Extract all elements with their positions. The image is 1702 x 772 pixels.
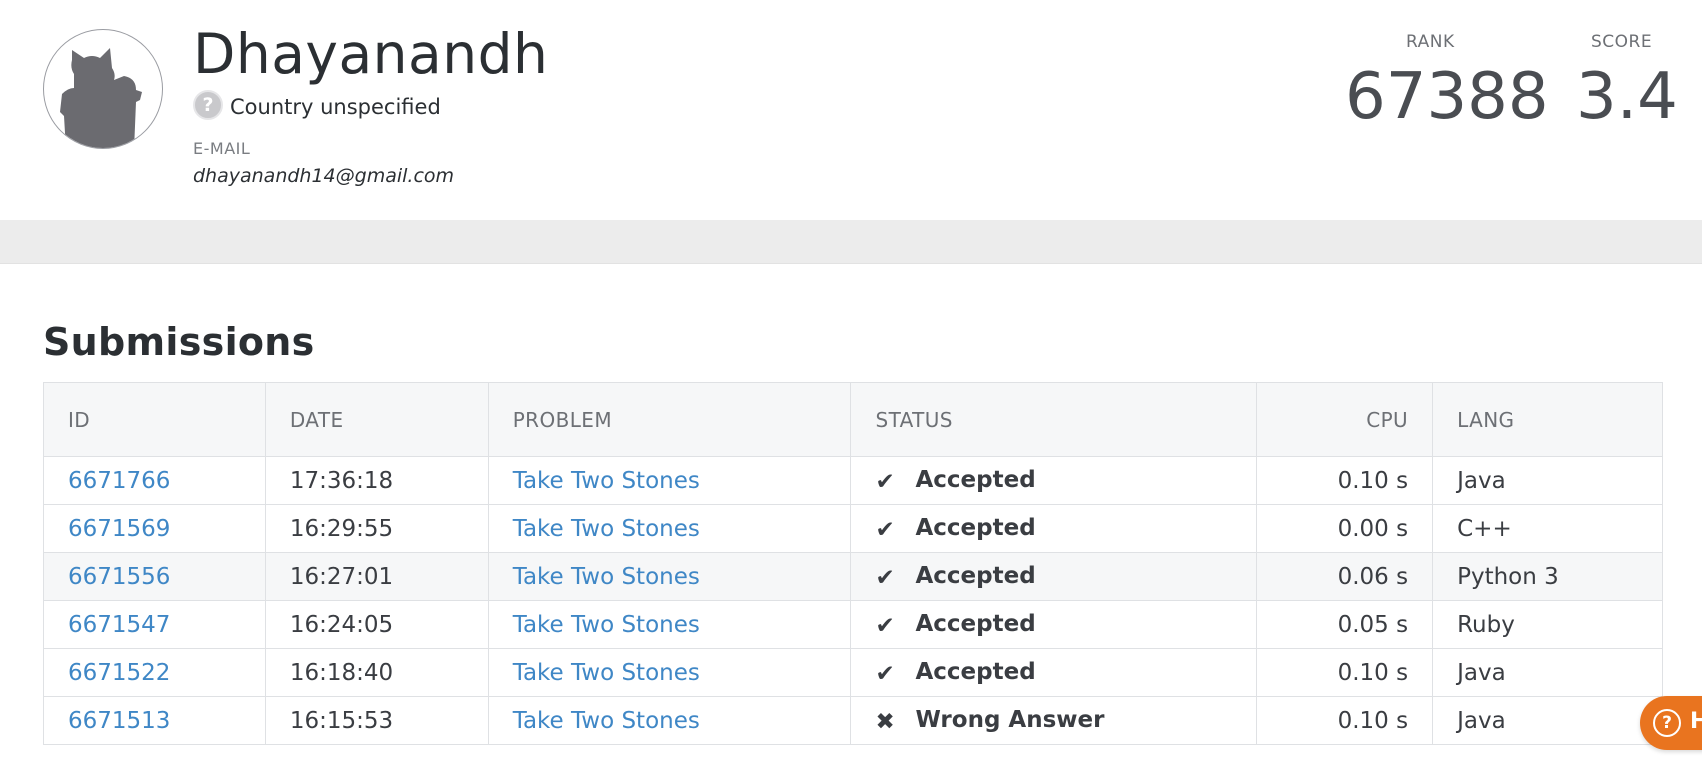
status-label: Accepted [915, 562, 1036, 589]
column-header-problem: PROBLEM [487, 382, 852, 457]
unknown-country-flag-icon: ? [193, 90, 223, 120]
user-avatar-placeholder-icon [60, 48, 142, 148]
submission-date: 16:18:40 [264, 648, 489, 697]
submission-date: 16:27:01 [264, 552, 489, 601]
submissions-table: ID DATE PROBLEM STATUS CPU LANG 6671766 … [43, 382, 1663, 745]
help-circle-icon: ? [1653, 709, 1681, 737]
profile-card: Dhayanandh ? Country unspecified E-MAIL … [0, 0, 1702, 220]
table-header-row: ID DATE PROBLEM STATUS CPU LANG [43, 382, 1663, 457]
submission-date: 16:29:55 [264, 504, 489, 553]
submissions-title: Submissions [43, 320, 315, 364]
problem-link[interactable]: Take Two Stones [513, 708, 700, 734]
status-label: Accepted [915, 466, 1036, 493]
email-label: E-MAIL [193, 139, 251, 158]
submission-cpu: 0.06 s [1256, 552, 1434, 601]
submission-status: ✖ Wrong Answer [850, 696, 1258, 745]
table-row: 6671569 16:29:55 Take Two Stones ✔ Accept… [43, 504, 1663, 553]
avatar [43, 29, 163, 149]
submission-date: 16:15:53 [264, 696, 489, 745]
user-name: Dhayanandh [193, 22, 549, 86]
rank-value: 67388 [1345, 60, 1549, 134]
submission-cpu: 0.10 s [1256, 696, 1434, 745]
submission-id-link[interactable]: 6671513 [68, 708, 170, 734]
email-value: dhayanandh14@gmail.com [193, 165, 455, 187]
submission-lang: Java [1432, 456, 1663, 505]
cross-icon: ✖ [875, 708, 895, 735]
help-button[interactable]: ? H [1640, 696, 1702, 750]
submission-lang: Java [1432, 648, 1663, 697]
column-header-cpu: CPU [1256, 382, 1434, 457]
submission-status: ✔ Accepted [850, 504, 1258, 553]
problem-link[interactable]: Take Two Stones [513, 660, 700, 686]
column-header-lang: LANG [1432, 382, 1663, 457]
checkmark-icon: ✔ [875, 564, 895, 591]
problem-link[interactable]: Take Two Stones [513, 564, 700, 590]
submission-lang: C++ [1432, 504, 1663, 553]
submission-date: 16:24:05 [264, 600, 489, 649]
submission-cpu: 0.10 s [1256, 648, 1434, 697]
column-header-id: ID [43, 382, 266, 457]
score-label: SCORE [1591, 32, 1653, 52]
rank-label: RANK [1406, 32, 1455, 52]
status-label: Accepted [915, 514, 1036, 541]
problem-link[interactable]: Take Two Stones [513, 468, 700, 494]
submission-id-link[interactable]: 6671766 [68, 468, 170, 494]
table-row: 6671522 16:18:40 Take Two Stones ✔ Accept… [43, 648, 1663, 697]
submission-id-link[interactable]: 6671569 [68, 516, 170, 542]
submission-lang: Python 3 [1432, 552, 1663, 601]
submission-cpu: 0.00 s [1256, 504, 1434, 553]
submission-id-link[interactable]: 6671556 [68, 564, 170, 590]
table-row: 6671766 17:36:18 Take Two Stones ✔ Accept… [43, 456, 1663, 505]
submission-lang: Java [1432, 696, 1663, 745]
checkmark-icon: ✔ [875, 612, 895, 639]
page: Dhayanandh ? Country unspecified E-MAIL … [0, 0, 1702, 772]
score-value: 3.4 [1576, 60, 1678, 134]
submission-status: ✔ Accepted [850, 456, 1258, 505]
checkmark-icon: ✔ [875, 660, 895, 687]
column-header-status: STATUS [850, 382, 1258, 457]
submission-id-link[interactable]: 6671522 [68, 660, 170, 686]
checkmark-icon: ✔ [875, 468, 895, 495]
checkmark-icon: ✔ [875, 516, 895, 543]
help-button-label: H [1690, 709, 1702, 734]
status-label: Accepted [915, 658, 1036, 685]
submission-status: ✔ Accepted [850, 600, 1258, 649]
submission-lang: Ruby [1432, 600, 1663, 649]
section-divider-band [0, 220, 1702, 264]
country-label: Country unspecified [230, 95, 441, 119]
table-row: 6671513 16:15:53 Take Two Stones ✖ Wrong … [43, 696, 1663, 745]
submission-cpu: 0.05 s [1256, 600, 1434, 649]
submission-id-link[interactable]: 6671547 [68, 612, 170, 638]
status-label: Wrong Answer [915, 706, 1105, 733]
submission-cpu: 0.10 s [1256, 456, 1434, 505]
submission-status: ✔ Accepted [850, 648, 1258, 697]
problem-link[interactable]: Take Two Stones [513, 516, 700, 542]
column-header-date: DATE [264, 382, 489, 457]
problem-link[interactable]: Take Two Stones [513, 612, 700, 638]
table-row: 6671556 16:27:01 Take Two Stones ✔ Accept… [43, 552, 1663, 601]
status-label: Accepted [915, 610, 1036, 637]
submission-status: ✔ Accepted [850, 552, 1258, 601]
table-row: 6671547 16:24:05 Take Two Stones ✔ Accept… [43, 600, 1663, 649]
submission-date: 17:36:18 [264, 456, 489, 505]
